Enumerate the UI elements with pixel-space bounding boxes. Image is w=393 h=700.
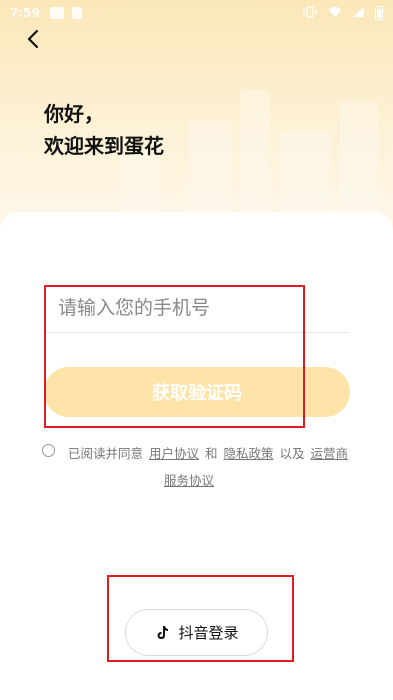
agreement-line2: 服务协议 xyxy=(42,467,362,494)
agreement: 已阅读并同意 用户协议 和 隐私政策 以及 运营商 服务协议 xyxy=(42,440,362,494)
operator-link[interactable]: 运营商 xyxy=(311,446,349,461)
agree-radio[interactable] xyxy=(42,444,55,457)
notification-icon-2 xyxy=(71,7,82,19)
vibrate-icon xyxy=(302,5,318,21)
greeting-line1: 你好， xyxy=(44,102,104,126)
greeting-line2: 欢迎来到蛋花 xyxy=(44,134,164,158)
operator-service-link[interactable]: 服务协议 xyxy=(164,473,214,488)
agreement-and: 和 xyxy=(205,446,218,461)
get-code-button[interactable]: 获取验证码 xyxy=(44,367,350,417)
status-icons xyxy=(302,5,383,21)
get-code-label: 获取验证码 xyxy=(152,383,242,404)
douyin-login-label: 抖音登录 xyxy=(178,624,239,642)
chevron-left-icon xyxy=(27,29,39,49)
agreement-line1: 已阅读并同意 用户协议 和 隐私政策 以及 运营商 xyxy=(42,440,362,467)
phone-input-wrapper xyxy=(44,283,350,333)
agreement-and-also: 以及 xyxy=(279,446,305,461)
phone-input[interactable] xyxy=(44,283,350,332)
battery-icon xyxy=(375,6,383,20)
signal-icon xyxy=(352,6,365,21)
status-bar: 7:59 xyxy=(0,0,393,26)
privacy-policy-link[interactable]: 隐私政策 xyxy=(224,446,274,461)
douyin-login-button[interactable]: 抖音登录 xyxy=(125,609,268,656)
agreement-prefix: 已阅读并同意 xyxy=(68,446,144,461)
notification-icon xyxy=(49,7,64,19)
user-agreement-link[interactable]: 用户协议 xyxy=(149,446,199,461)
greeting: 你好， 欢迎来到蛋花 xyxy=(44,98,164,162)
back-button[interactable] xyxy=(20,26,46,52)
status-time: 7:59 xyxy=(10,6,40,20)
wifi-icon xyxy=(328,6,342,21)
tiktok-icon xyxy=(158,625,169,639)
